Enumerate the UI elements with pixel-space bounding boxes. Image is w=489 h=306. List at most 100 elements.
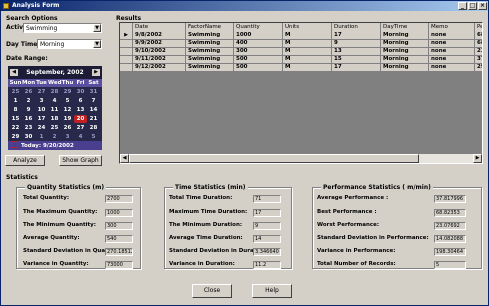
chevron-down-icon[interactable]: ▼	[93, 40, 101, 48]
table-cell[interactable]: M	[283, 32, 332, 40]
calendar-day[interactable]: 28	[87, 124, 100, 132]
stat-value-field[interactable]: 9	[253, 222, 281, 230]
calendar-day[interactable]: 5	[61, 97, 74, 105]
calendar-day[interactable]: 14	[87, 106, 100, 114]
table-cell[interactable]: M	[283, 64, 332, 72]
calendar-day[interactable]: 27	[35, 88, 48, 96]
table-cell[interactable]: none	[429, 40, 475, 48]
stat-value-field[interactable]: 73000	[105, 261, 133, 269]
calendar-day[interactable]: 2	[22, 97, 35, 105]
horizontal-scrollbar[interactable]: ◀ ▶	[120, 154, 482, 163]
table-cell[interactable]: none	[429, 56, 475, 64]
table-cell[interactable]: Swimming	[186, 64, 234, 72]
table-cell[interactable]: none	[429, 48, 475, 56]
stat-value-field[interactable]: 300	[105, 222, 133, 230]
calendar-day[interactable]: 12	[61, 106, 74, 114]
table-cell[interactable]: 15	[332, 56, 381, 64]
calendar-day[interactable]: 13	[74, 106, 87, 114]
table-cell[interactable]: none	[429, 32, 475, 40]
calendar-day[interactable]: 16	[22, 115, 35, 123]
show-graph-button[interactable]: Show Graph	[59, 155, 102, 166]
table-cell[interactable]: 9/11/2002	[133, 56, 186, 64]
stat-value-field[interactable]: 540	[105, 235, 133, 243]
calendar-day[interactable]: 31	[87, 88, 100, 96]
table-cell[interactable]: 23	[475, 48, 482, 56]
calendar-day[interactable]: 29	[61, 88, 74, 96]
close-window-button[interactable]: ×	[478, 2, 487, 10]
calendar-day[interactable]: 4	[48, 97, 61, 105]
stat-value-field[interactable]: 198.30464	[434, 248, 466, 256]
calendar-day[interactable]: 17	[35, 115, 48, 123]
stat-value-field[interactable]: 23.07692	[434, 222, 466, 230]
table-row[interactable]: 9/10/2002Swimming300M13Morningnone23	[120, 48, 482, 56]
row-header[interactable]	[120, 40, 133, 48]
row-header[interactable]	[120, 64, 133, 72]
calendar-day[interactable]: 2	[48, 133, 61, 141]
table-cell[interactable]: 9/9/2002	[133, 40, 186, 48]
stat-value-field[interactable]: 1000	[105, 209, 133, 217]
table-cell[interactable]: 500	[234, 56, 283, 64]
row-header[interactable]	[120, 48, 133, 56]
table-cell[interactable]: M	[283, 40, 332, 48]
table-cell[interactable]: Swimming	[186, 48, 234, 56]
calendar-day[interactable]: 8	[9, 106, 22, 114]
scroll-left-icon[interactable]: ◀	[120, 154, 129, 163]
current-row-arrow-icon[interactable]: ▶	[120, 32, 133, 40]
maximize-button[interactable]: □	[468, 2, 477, 10]
next-month-icon[interactable]: ▶	[92, 69, 100, 76]
calendar-day[interactable]: 3	[35, 97, 48, 105]
calendar-day[interactable]: 27	[74, 124, 87, 132]
calendar-day[interactable]: 1	[9, 97, 22, 105]
calendar-day[interactable]: 22	[9, 124, 22, 132]
calendar-day[interactable]: 25	[48, 124, 61, 132]
calendar-day[interactable]: 26	[61, 124, 74, 132]
table-cell[interactable]: Morning	[381, 64, 429, 72]
calendar-day[interactable]: 1	[35, 133, 48, 141]
calendar-day[interactable]: 18	[48, 115, 61, 123]
table-cell[interactable]: 17	[332, 64, 381, 72]
table-cell[interactable]: 68	[475, 32, 482, 40]
table-cell[interactable]: 9/10/2002	[133, 48, 186, 56]
table-cell[interactable]: 400	[234, 40, 283, 48]
table-cell[interactable]: Morning	[381, 40, 429, 48]
calendar-day[interactable]: 5	[87, 133, 100, 141]
table-cell[interactable]: Morning	[381, 48, 429, 56]
calendar-day[interactable]: 29	[9, 133, 22, 141]
calendar-day[interactable]: 25	[9, 88, 22, 96]
table-cell[interactable]: 17	[332, 32, 381, 40]
table-row[interactable]: ▶9/8/2002Swimming1000M17Morningnone68	[120, 32, 482, 40]
calendar-day[interactable]: 6	[74, 97, 87, 105]
table-cell[interactable]: 9	[332, 40, 381, 48]
stat-value-field[interactable]: 3.346640	[253, 248, 281, 256]
stat-value-field[interactable]: 71	[253, 195, 281, 203]
chevron-down-icon[interactable]: ▼	[93, 24, 101, 32]
column-header-daytime[interactable]: DayTime	[381, 23, 429, 32]
calendar-day[interactable]: 20	[74, 115, 87, 123]
help-button[interactable]: Help	[252, 284, 292, 298]
column-header-quantity[interactable]: Quantity	[234, 23, 283, 32]
stat-value-field[interactable]: 17	[253, 209, 281, 217]
minimize-button[interactable]: _	[458, 2, 467, 10]
stat-value-field[interactable]: 37.817996	[434, 195, 466, 203]
table-cell[interactable]: 13	[332, 48, 381, 56]
table-cell[interactable]: 29	[475, 64, 482, 72]
table-cell[interactable]: M	[283, 56, 332, 64]
calendar-day[interactable]: 23	[22, 124, 35, 132]
table-row[interactable]: 9/9/2002Swimming400M9Morningnone68	[120, 40, 482, 48]
table-cell[interactable]: none	[429, 64, 475, 72]
table-cell[interactable]: 37	[475, 56, 482, 64]
table-cell[interactable]: 9/8/2002	[133, 32, 186, 40]
table-cell[interactable]: Morning	[381, 32, 429, 40]
stat-value-field[interactable]: 270.18512	[105, 248, 133, 256]
column-header-pe[interactable]: Pe	[475, 23, 482, 32]
scroll-right-icon[interactable]: ▶	[473, 154, 482, 163]
table-cell[interactable]: 300	[234, 48, 283, 56]
table-cell[interactable]: M	[283, 48, 332, 56]
calendar-day[interactable]: 28	[48, 88, 61, 96]
column-header-duration[interactable]: Duration	[332, 23, 381, 32]
prev-month-icon[interactable]: ◀	[10, 69, 18, 76]
stat-value-field[interactable]: 11.2	[253, 261, 281, 269]
table-row[interactable]: 9/11/2002Swimming500M15Morningnone37	[120, 56, 482, 64]
calendar-day[interactable]: 30	[74, 88, 87, 96]
table-cell[interactable]: Swimming	[186, 40, 234, 48]
